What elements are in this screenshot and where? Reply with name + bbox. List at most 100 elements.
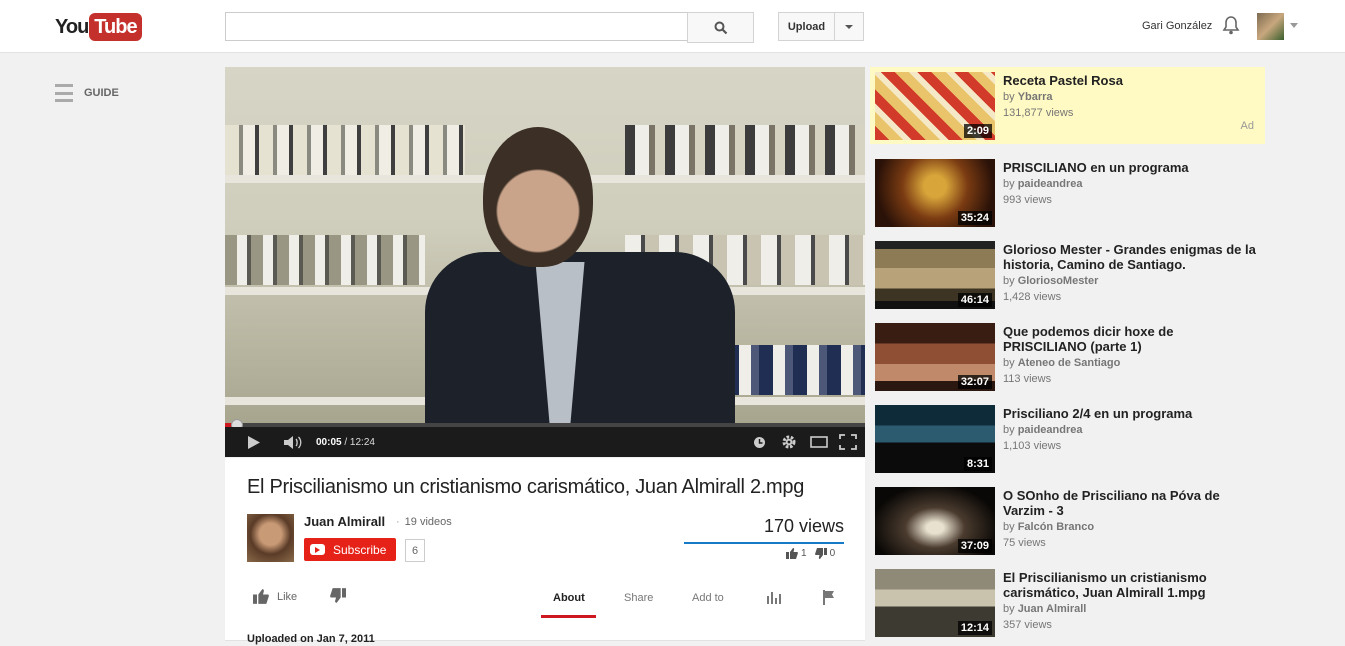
video-thumbnail[interactable]: 8:31 — [875, 405, 995, 473]
flag-icon[interactable] — [822, 590, 836, 605]
sidebar-ad-item[interactable]: 2:09 Receta Pastel Rosa by Ybarra 131,87… — [870, 67, 1265, 144]
recommendation-title[interactable]: PRISCILIANO en un programa by paideandre… — [1003, 160, 1258, 208]
video-info-card: El Priscilianismo un cristianismo carism… — [225, 458, 865, 645]
watch-later-icon[interactable] — [753, 436, 766, 449]
video-thumbnail[interactable]: 46:14 — [875, 241, 995, 309]
duration-badge: 32:07 — [957, 375, 992, 389]
recommendation-title[interactable]: Que podemos dicir hoxe de PRISCILIANO (p… — [1003, 324, 1258, 387]
recommendation-views: 357 views — [1003, 619, 1052, 631]
user-avatar[interactable] — [1257, 13, 1284, 40]
recommendation-views: 75 views — [1003, 537, 1046, 549]
upload-button[interactable]: Upload — [778, 12, 835, 41]
recommendation-channel: by GloriosoMester — [1003, 275, 1099, 287]
fullscreen-icon[interactable] — [839, 434, 857, 450]
volume-icon[interactable] — [283, 435, 303, 450]
video-title: El Priscilianismo un cristianismo carism… — [247, 476, 805, 498]
settings-gear-icon[interactable] — [781, 434, 797, 450]
sidebar-video-item[interactable]: 8:31 Prisciliano 2/4 en un programa by p… — [870, 400, 1265, 482]
like-label: Like — [277, 590, 298, 603]
channel-video-count[interactable]: · 19 videos — [396, 516, 452, 528]
thumbs-up-icon — [786, 548, 798, 559]
duration-badge: 2:09 — [963, 124, 992, 138]
like-dislike-counts: 1 0 — [786, 548, 843, 559]
sidebar-video-item[interactable]: 12:14 El Priscilianismo un cristianismo … — [870, 564, 1265, 646]
bell-icon[interactable] — [1222, 15, 1240, 35]
time-display: 00:05 / 12:24 — [316, 437, 375, 448]
account-caret-icon[interactable] — [1290, 23, 1298, 28]
search-button[interactable] — [687, 12, 754, 43]
hamburger-icon — [55, 84, 73, 102]
video-thumbnail[interactable]: 2:09 — [875, 72, 995, 140]
caret-down-icon — [845, 24, 853, 29]
recommendation-title[interactable]: O SOnho de Prisciliano na Póva de Varzim… — [1003, 488, 1258, 551]
channel-avatar[interactable] — [247, 514, 294, 562]
total-duration: 12:24 — [349, 437, 375, 448]
recommendation-channel: by paideandrea — [1003, 424, 1083, 436]
duration-badge: 12:14 — [957, 621, 992, 635]
guide-label: GUIDE — [84, 87, 119, 99]
duration-badge: 35:24 — [957, 211, 992, 225]
recommendation-views: 113 views — [1003, 373, 1052, 385]
video-player[interactable]: 00:05 / 12:24 — [225, 67, 865, 457]
video-count-label: 19 videos — [404, 516, 452, 528]
recommendation-views: 993 views — [1003, 194, 1052, 206]
subscriber-count: 6 — [405, 539, 425, 562]
active-tab-indicator — [541, 615, 596, 618]
recommendation-title[interactable]: Glorioso Mester - Grandes enigmas de la … — [1003, 242, 1258, 305]
logo-text-tube: Tube — [89, 13, 142, 41]
recommendation-channel: by Ybarra — [1003, 91, 1053, 103]
search-input[interactable] — [225, 12, 695, 41]
tab-about[interactable]: About — [553, 592, 585, 604]
player-controls: 00:05 / 12:24 — [225, 427, 865, 457]
subscribe-label: Subscribe — [333, 542, 387, 557]
video-frame[interactable] — [225, 67, 865, 423]
upload-date: Uploaded on Jan 7, 2011 — [247, 633, 375, 645]
sidebar-video-item[interactable]: 32:07 Que podemos dicir hoxe de PRISCILI… — [870, 318, 1265, 400]
recommendation-title[interactable]: Receta Pastel Rosa by Ybarra 131,877 vie… — [1003, 73, 1258, 121]
duration-badge: 8:31 — [963, 457, 992, 471]
recommendation-title[interactable]: Prisciliano 2/4 en un programa by paidea… — [1003, 406, 1258, 454]
recommendation-channel: by paideandrea — [1003, 178, 1083, 190]
subscribe-button[interactable]: Subscribe — [304, 538, 396, 561]
thumbs-up-icon — [253, 589, 269, 604]
recommendation-title[interactable]: El Priscilianismo un cristianismo carism… — [1003, 570, 1258, 633]
video-thumbnail[interactable]: 37:09 — [875, 487, 995, 555]
current-time: 00:05 — [316, 437, 342, 448]
thumbs-down-icon — [814, 548, 827, 559]
time-separator: / — [341, 437, 350, 448]
video-thumbnail[interactable]: 12:14 — [875, 569, 995, 637]
youtube-play-icon — [310, 544, 325, 555]
sentiment-bar — [684, 542, 844, 544]
logo-text-you: You — [55, 15, 89, 38]
youtube-logo[interactable]: You Tube — [55, 13, 142, 41]
masthead: You Tube Upload Gari González — [0, 0, 1345, 53]
guide-button[interactable]: GUIDE — [55, 84, 119, 102]
play-icon[interactable] — [247, 435, 261, 450]
video-thumbnail[interactable]: 35:24 — [875, 159, 995, 227]
dislike-button[interactable] — [330, 588, 346, 603]
recommendation-channel: by Falcón Branco — [1003, 521, 1095, 533]
recommendation-views: 1,428 views — [1003, 291, 1062, 303]
recommendation-views: 1,103 views — [1003, 440, 1062, 452]
magnifier-icon — [714, 21, 727, 34]
user-name[interactable]: Gari González — [1142, 20, 1212, 32]
channel-name[interactable]: Juan Almirall — [304, 514, 385, 529]
stats-icon[interactable] — [766, 590, 782, 604]
tab-share[interactable]: Share — [624, 592, 653, 604]
recommendation-views: 131,877 views — [1003, 107, 1074, 119]
view-count: 170 views — [763, 516, 844, 536]
sidebar-video-item[interactable]: 37:09 O SOnho de Prisciliano na Póva de … — [870, 482, 1265, 564]
like-count: 1 — [801, 548, 807, 559]
theater-mode-icon[interactable] — [810, 436, 828, 448]
dislike-count: 0 — [829, 548, 836, 559]
sidebar-video-item[interactable]: 35:24 PRISCILIANO en un programa by paid… — [870, 154, 1265, 236]
recommendations-sidebar: 2:09 Receta Pastel Rosa by Ybarra 131,87… — [870, 67, 1265, 646]
tab-add-to[interactable]: Add to — [692, 592, 724, 604]
upload-menu-button[interactable] — [835, 12, 864, 41]
ad-badge: Ad — [1240, 120, 1254, 132]
sidebar-video-item[interactable]: 46:14 Glorioso Mester - Grandes enigmas … — [870, 236, 1265, 318]
action-bar: Like About Share Add to — [225, 576, 865, 618]
like-button[interactable]: Like — [253, 589, 297, 604]
video-thumbnail[interactable]: 32:07 — [875, 323, 995, 391]
duration-badge: 37:09 — [957, 539, 992, 553]
